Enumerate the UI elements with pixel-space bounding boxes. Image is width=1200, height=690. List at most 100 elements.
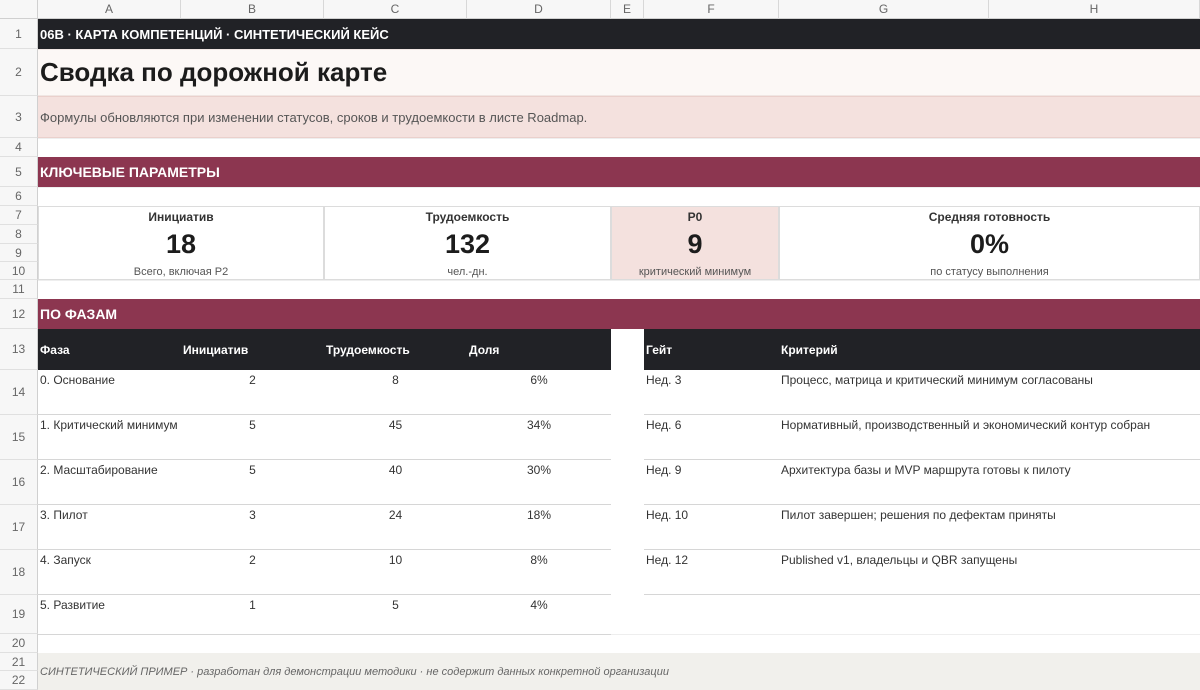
gate-cell[interactable]: Нед. 12 <box>644 550 779 567</box>
criterion-cell[interactable]: Нормативный, производственный и экономич… <box>779 415 1200 432</box>
row-header-19[interactable]: 19 <box>0 595 38 634</box>
phase-share-cell[interactable]: 4% <box>467 595 611 612</box>
column-header-e[interactable]: E <box>611 0 644 19</box>
row-divider <box>644 594 1200 595</box>
column-header-h[interactable]: H <box>989 0 1200 19</box>
row-header-13[interactable]: 13 <box>0 329 38 370</box>
kpi-label: P0 <box>687 210 703 224</box>
kpi-note: критический минимум <box>638 266 752 278</box>
header-bar[interactable]: 06B · КАРТА КОМПЕТЕНЦИЙ · СИНТЕТИЧЕСКИЙ … <box>38 19 1200 49</box>
column-header-g[interactable]: G <box>779 0 989 19</box>
row-header-5[interactable]: 5 <box>0 157 38 187</box>
row-header-20[interactable]: 20 <box>0 634 38 653</box>
kpi-effort[interactable]: Трудоемкость 132 чел.-дн. <box>324 206 611 280</box>
phase-effort-cell[interactable]: 45 <box>324 415 467 432</box>
subtitle-note[interactable]: Формулы обновляются при изменении статус… <box>38 96 1200 138</box>
row-header-12[interactable]: 12 <box>0 299 38 329</box>
phase-initiatives-cell[interactable]: 5 <box>181 460 324 477</box>
row-header-1[interactable]: 1 <box>0 19 38 49</box>
phase-header-effort[interactable]: Трудоемкость <box>324 329 467 370</box>
row-header-3[interactable]: 3 <box>0 96 38 138</box>
kpi-note: чел.-дн. <box>447 266 488 278</box>
row-header-15[interactable]: 15 <box>0 415 38 460</box>
select-all-corner[interactable] <box>0 0 38 19</box>
gridline-horizontal <box>38 187 1200 188</box>
section-key-parameters[interactable]: КЛЮЧЕВЫЕ ПАРАМЕТРЫ <box>38 157 1200 187</box>
phase-share-cell[interactable]: 6% <box>467 370 611 387</box>
gate-cell[interactable]: Нед. 10 <box>644 505 779 522</box>
row-header-2[interactable]: 2 <box>0 49 38 96</box>
row-header-21[interactable]: 21 <box>0 653 38 671</box>
phase-name-cell[interactable]: 1. Критический минимум <box>38 415 181 432</box>
phase-header-initiatives[interactable]: Инициатив <box>181 329 324 370</box>
column-header-d[interactable]: D <box>467 0 611 19</box>
gate-cell[interactable]: Нед. 3 <box>644 370 779 387</box>
row-header-14[interactable]: 14 <box>0 370 38 415</box>
row-header-6[interactable]: 6 <box>0 187 38 206</box>
phase-share-cell[interactable]: 34% <box>467 415 611 432</box>
phase-name-cell[interactable]: 5. Развитие <box>38 595 181 612</box>
phase-share-cell[interactable]: 18% <box>467 505 611 522</box>
kpi-p0[interactable]: P0 9 критический минимум <box>611 206 779 280</box>
row-divider <box>38 594 611 595</box>
row-header-9[interactable]: 9 <box>0 244 38 262</box>
criterion-cell[interactable]: Published v1, владельцы и QBR запущены <box>779 550 1200 567</box>
row-divider <box>38 634 611 635</box>
kpi-value: 0% <box>969 229 1010 259</box>
phase-initiatives-cell[interactable]: 1 <box>181 595 324 612</box>
phase-initiatives-cell[interactable]: 3 <box>181 505 324 522</box>
phase-header-share[interactable]: Доля <box>467 329 611 370</box>
phase-name-cell[interactable]: 0. Основание <box>38 370 181 387</box>
phase-effort-cell[interactable]: 10 <box>324 550 467 567</box>
row-header-22[interactable]: 22 <box>0 671 38 690</box>
gate-header-gate[interactable]: Гейт <box>644 329 779 370</box>
phase-share-cell[interactable]: 8% <box>467 550 611 567</box>
row-header-10[interactable]: 10 <box>0 262 38 280</box>
phase-name-cell[interactable]: 2. Масштабирование <box>38 460 181 477</box>
phase-initiatives-cell[interactable]: 5 <box>181 415 324 432</box>
criterion-cell[interactable]: Архитектура базы и MVP маршрута готовы к… <box>779 460 1200 477</box>
column-header-c[interactable]: C <box>324 0 467 19</box>
spreadsheet: ABCDEFGH 1 2 3 4 5 6 7 8 9 10 11 12 13 14 15 16 17 18 19 20… <box>0 0 1200 690</box>
row-divider <box>38 504 611 505</box>
phase-effort-cell[interactable]: 40 <box>324 460 467 477</box>
gate-cell[interactable]: Нед. 9 <box>644 460 779 477</box>
row-header-18[interactable]: 18 <box>0 550 38 595</box>
phase-name-cell[interactable]: 4. Запуск <box>38 550 181 567</box>
kpi-avg-readiness[interactable]: Средняя готовность 0% по статусу выполне… <box>779 206 1200 280</box>
criterion-cell[interactable]: Пилот завершен; решения по дефектам прин… <box>779 505 1200 522</box>
row-divider <box>644 549 1200 550</box>
column-header-b[interactable]: B <box>181 0 324 19</box>
column-header-f[interactable]: F <box>644 0 779 19</box>
phase-header-phase[interactable]: Фаза <box>38 329 181 370</box>
page-title[interactable]: Сводка по дорожной карте <box>38 49 1200 96</box>
row-divider <box>38 549 611 550</box>
criterion-cell[interactable]: Процесс, матрица и критический минимум с… <box>779 370 1200 387</box>
phase-initiatives-cell[interactable]: 2 <box>181 370 324 387</box>
gridline-horizontal <box>38 280 1200 281</box>
section-by-phases[interactable]: ПО ФАЗАМ <box>38 299 1200 329</box>
phase-share-cell[interactable]: 30% <box>467 460 611 477</box>
kpi-note: по статусу выполнения <box>930 266 1049 278</box>
kpi-label: Трудоемкость <box>425 210 510 224</box>
row-header-4[interactable]: 4 <box>0 138 38 157</box>
row-header-16[interactable]: 16 <box>0 460 38 505</box>
phase-effort-cell[interactable]: 24 <box>324 505 467 522</box>
row-header-11[interactable]: 11 <box>0 280 38 299</box>
gate-cell[interactable]: Нед. 6 <box>644 415 779 432</box>
phase-effort-cell[interactable]: 5 <box>324 595 467 612</box>
row-header-8[interactable]: 8 <box>0 225 38 244</box>
kpi-label: Средняя готовность <box>928 210 1051 224</box>
gridline-horizontal <box>38 138 1200 139</box>
footer-note[interactable]: СИНТЕТИЧЕСКИЙ ПРИМЕР · разработан для де… <box>38 653 1200 690</box>
row-header-17[interactable]: 17 <box>0 505 38 550</box>
row-header-7[interactable]: 7 <box>0 206 38 225</box>
phase-effort-cell[interactable]: 8 <box>324 370 467 387</box>
phase-initiatives-cell[interactable]: 2 <box>181 550 324 567</box>
kpi-value: 9 <box>687 229 703 259</box>
phase-name-cell[interactable]: 3. Пилот <box>38 505 181 522</box>
kpi-initiatives[interactable]: Инициатив 18 Всего, включая P2 <box>38 206 324 280</box>
gate-header-criterion[interactable]: Критерий <box>779 329 1200 370</box>
row-divider <box>38 414 611 415</box>
column-header-a[interactable]: A <box>38 0 181 19</box>
